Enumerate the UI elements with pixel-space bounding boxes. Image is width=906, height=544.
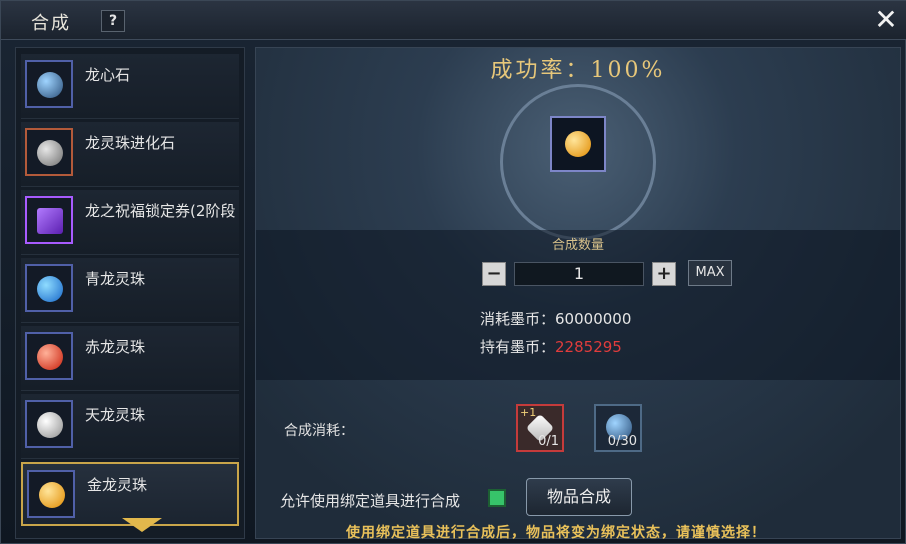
cost-value: 60000000 [555,310,632,328]
quantity-title: 合成数量 [551,238,604,253]
quantity-input[interactable]: 1 [514,262,644,286]
list-item[interactable]: 龙之祝福锁定券(2阶段 [21,190,239,255]
list-item-selected[interactable]: 金龙灵珠 [21,462,239,526]
title-bar: 合成 ? ✕ [1,1,906,40]
result-slot[interactable] [550,116,606,172]
material-count: 0/30 [607,434,637,449]
increase-button[interactable]: + [652,262,676,286]
allow-bind-checkbox[interactable] [488,489,506,507]
item-list: 龙心石 龙灵珠进化石 龙之祝福锁定券(2阶段 青龙灵珠 赤龙灵珠 天龙灵珠 金龙… [15,47,245,539]
synthesis-panel: 成功率：100% 合成数量 − 1 + MAX 消耗墨币：60000000 持有… [255,47,901,541]
cost-row: 消耗墨币：60000000 [480,308,631,329]
list-item[interactable]: 龙心石 [21,54,239,119]
dragon-heart-stone-icon[interactable]: 0/30 [594,404,642,452]
item-label: 金龙灵珠 [87,476,148,494]
white-pearl-icon [25,400,73,448]
blessing-lock-ticket-icon [25,196,73,244]
window-title: 合成 [31,13,71,34]
max-button[interactable]: MAX [688,260,732,286]
list-item[interactable]: 赤龙灵珠 [21,326,239,391]
red-pearl-icon [25,332,73,380]
list-item[interactable]: 天龙灵珠 [21,394,239,459]
own-row: 持有墨币：2285295 [480,336,622,357]
dragon-pearl-evolution-stone-icon [25,128,73,176]
bind-label: 允许使用绑定道具进行合成 [280,492,461,510]
enhance-level: +1 [520,406,537,419]
material-count: 0/1 [538,434,559,449]
list-item[interactable]: 龙灵珠进化石 [21,122,239,187]
item-label: 龙灵珠进化石 [85,134,176,152]
scroll-down-icon[interactable] [122,518,162,532]
quantity-section: 合成数量 − 1 + MAX 消耗墨币：60000000 持有墨币：228529… [256,230,900,380]
item-label: 龙心石 [85,66,131,84]
own-label: 持有墨币： [480,338,556,356]
decrease-button[interactable]: − [482,262,506,286]
success-rate: 成功率：100% [490,58,666,83]
crystal-fragment-icon[interactable]: +1 0/1 [516,404,564,452]
gold-pearl-icon [27,470,75,518]
gold-pearl-icon [565,131,591,157]
item-label: 赤龙灵珠 [85,338,146,356]
dragon-heart-stone-icon [25,60,73,108]
item-label: 龙之祝福锁定券(2阶段 [85,202,236,220]
synthesis-window: 合成 ? ✕ 龙心石 龙灵珠进化石 龙之祝福锁定券(2阶段 青龙灵珠 赤龙灵珠 … [0,0,906,544]
list-item[interactable]: 青龙灵珠 [21,258,239,323]
bind-warning: 使用绑定道具进行合成后，物品将变为绑定状态，请谨慎选择！ [346,525,766,541]
own-value: 2285295 [555,338,622,356]
item-label: 青龙灵珠 [85,270,146,288]
azure-pearl-icon [25,264,73,312]
help-button[interactable]: ? [101,10,125,32]
cost-label: 消耗墨币： [480,310,556,328]
synthesize-button[interactable]: 物品合成 [526,478,632,516]
consume-label: 合成消耗： [284,423,354,439]
item-label: 天龙灵珠 [85,406,146,424]
close-icon[interactable]: ✕ [871,5,901,35]
